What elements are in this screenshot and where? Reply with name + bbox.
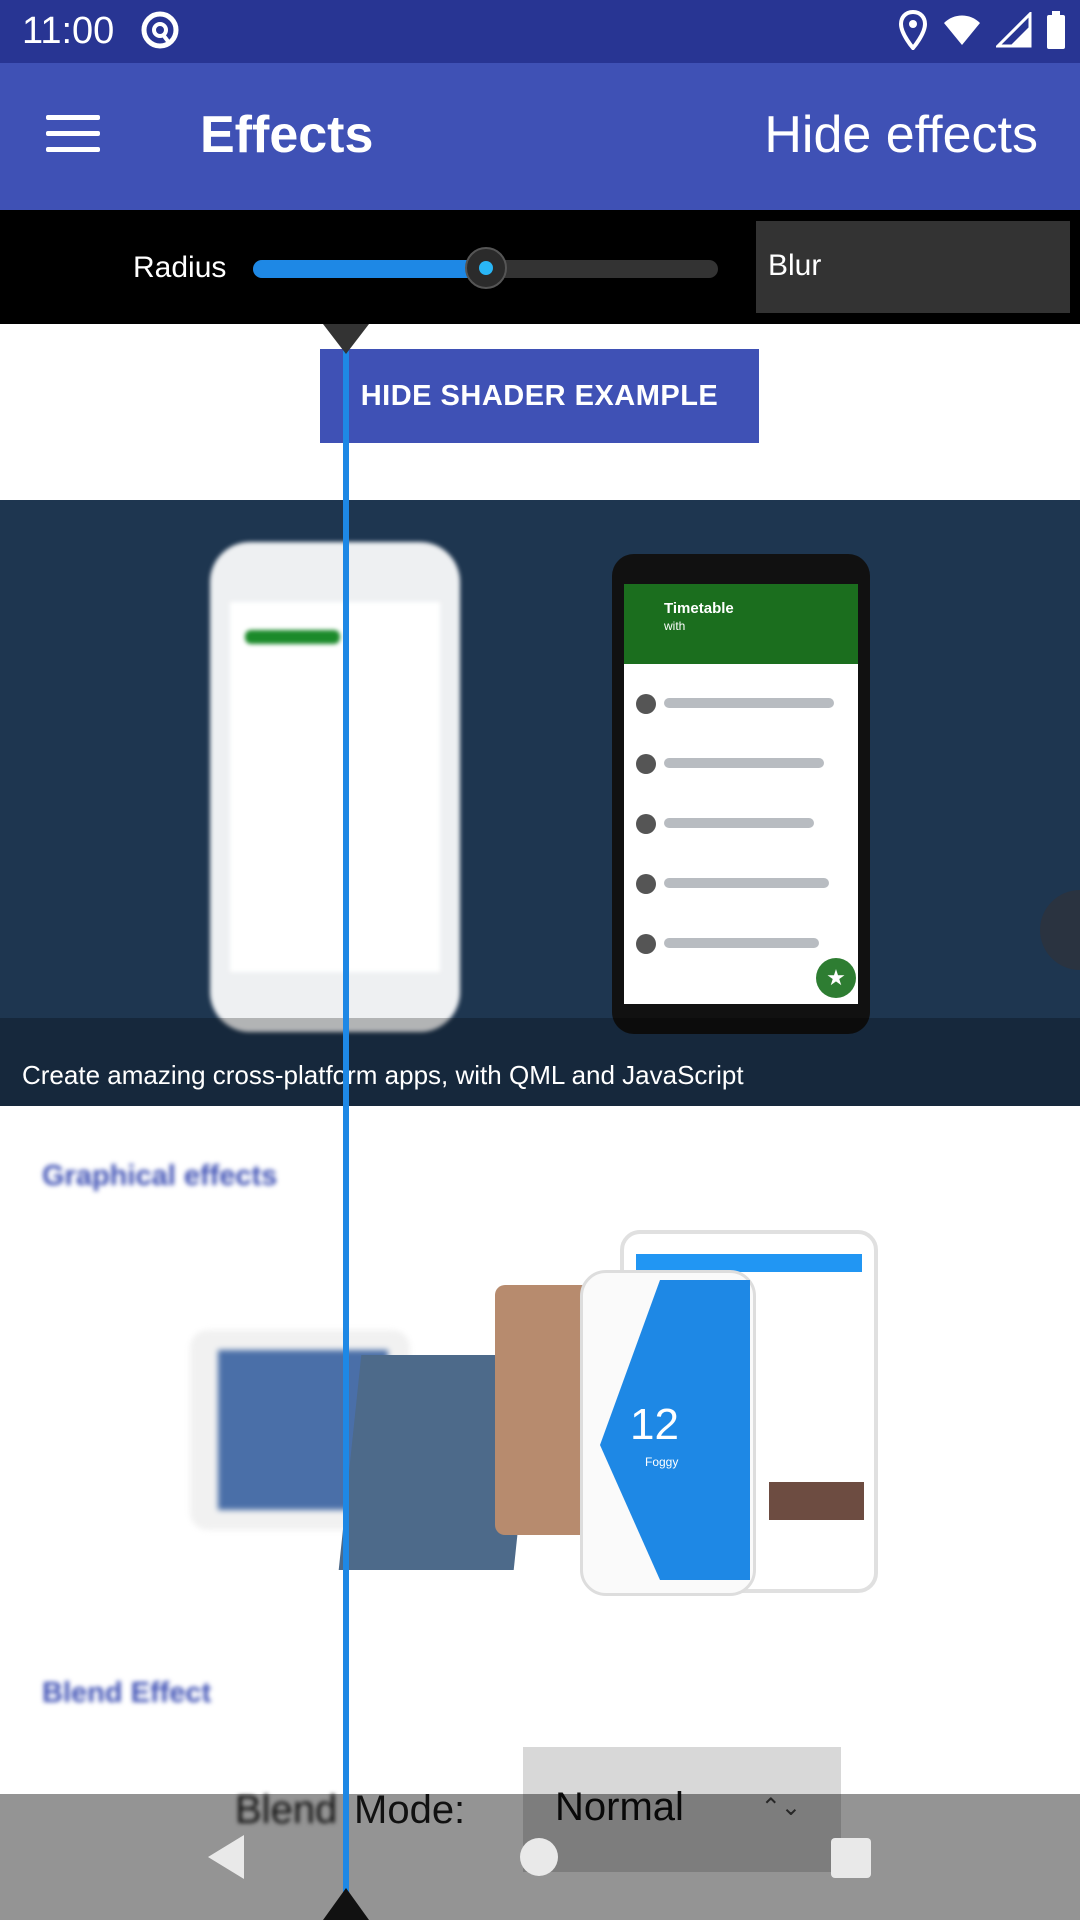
status-time: 11:00 [22,10,115,52]
radius-slider[interactable] [253,247,718,289]
splitter-handle-bottom[interactable] [323,1888,369,1920]
battery-icon [1047,11,1065,49]
slider-fill [253,260,486,278]
phone-mockup-white [210,542,460,1032]
blend-mode-label: Mode: [354,1788,466,1832]
section-title-graphical: Graphical effects [42,1160,278,1192]
hide-shader-example-button[interactable]: HIDE SHADER EXAMPLE [320,349,759,443]
phone-title: Timetable [664,600,734,617]
status-icons [898,10,1066,50]
wifi-icon [944,15,980,45]
comparison-splitter[interactable] [343,324,349,1920]
star-icon: ★ [816,958,856,998]
banner-image: Timetable with ★ Create amazing cross-pla… [0,500,1080,1106]
devices-image: 12 Foggy [190,1230,890,1610]
scroll-edge-indicator [1040,890,1080,970]
section-title-blend: Blend Effect [42,1677,212,1709]
home-icon[interactable] [520,1838,558,1876]
splitter-handle-top[interactable] [323,324,369,354]
effect-controls: Radius Blur [0,210,1080,324]
blend-label-prefix: Blend [235,1788,338,1832]
menu-icon[interactable] [46,115,100,155]
signal-icon [996,12,1032,48]
location-icon [898,10,928,50]
weather-temp: 12 [630,1400,679,1449]
status-bar: 11:00 [0,0,1080,63]
slider-thumb[interactable] [464,247,507,289]
at-sign-icon [141,11,179,49]
phone-tab: with [664,619,686,633]
page-title: Effects [200,106,374,164]
back-icon[interactable] [208,1835,244,1879]
hide-effects-button[interactable]: Hide effects [764,105,1038,165]
app-bar: Effects Hide effects [0,63,1080,210]
weather-label: Foggy [645,1455,679,1469]
radius-label: Radius [133,251,227,284]
effect-select[interactable]: Blur [756,221,1070,313]
recents-icon[interactable] [831,1838,871,1878]
banner-caption: Create amazing cross-platform apps, with… [22,1060,744,1090]
